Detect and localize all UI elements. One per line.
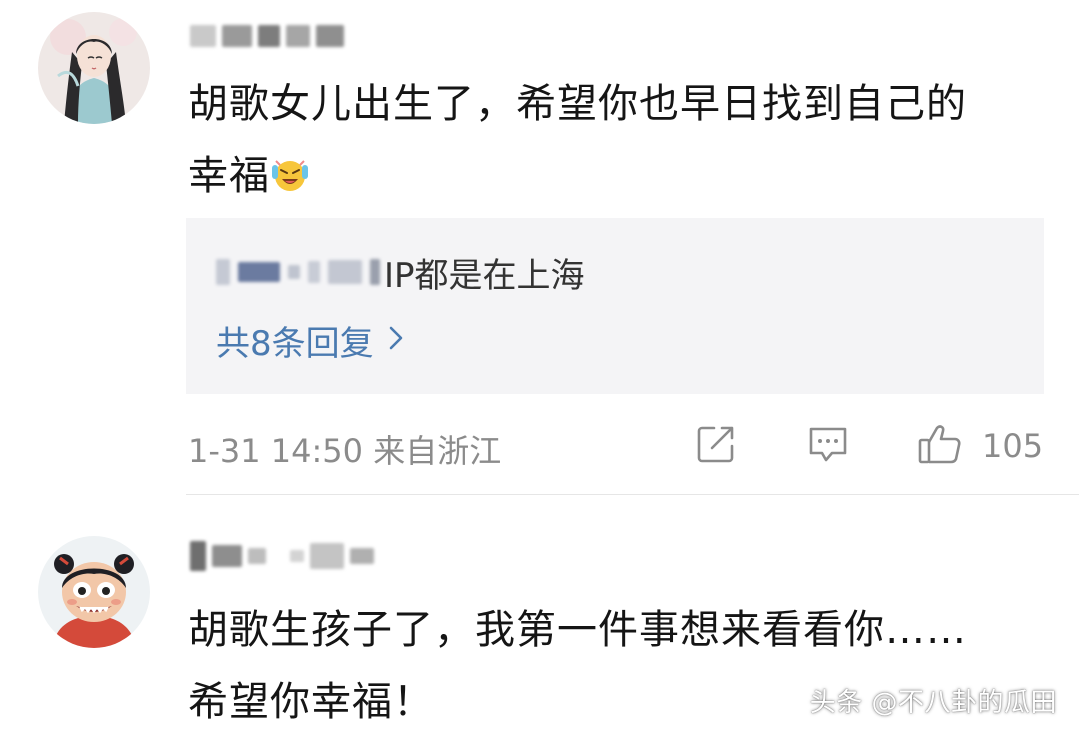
like-button[interactable]: 105 xyxy=(916,422,1043,470)
timestamp: 1-31 14:50 xyxy=(188,432,364,470)
share-edit-icon xyxy=(694,422,738,470)
view-replies-link[interactable]: 共8条回复 xyxy=(216,316,404,365)
comment-meta: 1-31 14:50 来自浙江 105 xyxy=(188,420,1048,474)
reply-preview[interactable]: IP都是在上海 共8条回复 xyxy=(186,218,1044,394)
divider xyxy=(186,494,1079,495)
like-count: 105 xyxy=(982,427,1044,465)
avatar[interactable] xyxy=(38,536,150,648)
comment-text-line: 胡歌生孩子了，我第一件事想来看看你…… xyxy=(188,607,967,653)
chevron-right-icon xyxy=(388,321,404,361)
reply-snippet-text: IP都是在上海 xyxy=(384,255,585,296)
comment-text-line: 幸福 xyxy=(188,153,270,199)
username-redacted[interactable] xyxy=(190,22,344,50)
avatar-illustration xyxy=(38,536,150,648)
reply-count-label: 共8条回复 xyxy=(216,324,374,364)
comment-timestamp: 1-31 14:50 来自浙江 xyxy=(188,426,501,472)
location: 来自浙江 xyxy=(373,432,502,470)
reply-user-redacted xyxy=(216,259,380,285)
comment-text: 胡歌女儿出生了，希望你也早日找到自己的 幸福 xyxy=(188,68,1048,212)
username-redacted[interactable] xyxy=(190,541,374,571)
watermark: 头条 @不八卦的瓜田 xyxy=(809,688,1057,718)
comment-button[interactable] xyxy=(806,422,850,470)
avatar-illustration xyxy=(38,12,150,124)
comment-item: 胡歌女儿出生了，希望你也早日找到自己的 幸福 IP都是在上海 共8条回复 1-3… xyxy=(0,0,1079,495)
reply-snippet: IP都是在上海 xyxy=(216,248,585,296)
comment-bubble-icon xyxy=(806,422,850,470)
thumbs-up-icon xyxy=(916,420,964,472)
share-button[interactable] xyxy=(694,422,738,470)
avatar[interactable] xyxy=(38,12,150,124)
comment-text-line: 胡歌女儿出生了，希望你也早日找到自己的 xyxy=(188,81,967,127)
laughing-crying-emoji-icon xyxy=(270,146,310,191)
